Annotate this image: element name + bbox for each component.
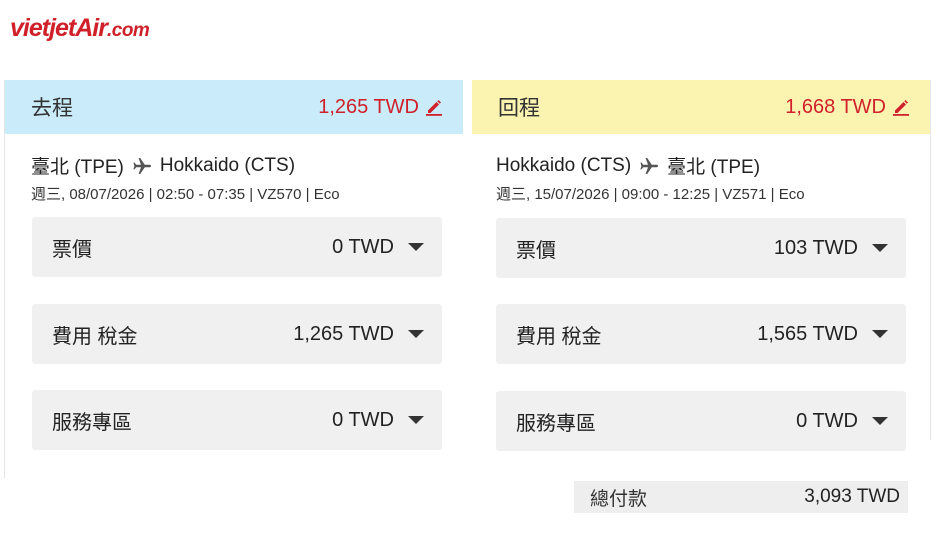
fee-amount: 0 TWD — [796, 409, 858, 432]
outbound-flight-details: 週三, 08/07/2026 | 02:50 - 07:35 | VZ570 |… — [31, 186, 340, 203]
caret-down-icon[interactable] — [408, 243, 424, 251]
total-payment: 總付款 3,093 TWD — [574, 481, 908, 513]
pencil-icon[interactable] — [425, 98, 443, 116]
return-origin: Hokkaido (CTS) — [496, 154, 632, 176]
outbound-panel: 去程 1,265 TWD 臺北 (TPE) Hokkaido (CTS) 週三,… — [4, 80, 463, 478]
return-services-row[interactable]: 服務專區 0 TWD — [496, 391, 906, 451]
fee-amount: 0 TWD — [332, 408, 394, 431]
return-header: 回程 1,668 TWD — [472, 80, 930, 134]
outbound-label: 去程 — [31, 97, 73, 120]
outbound-taxes-row[interactable]: 費用 稅金 1,265 TWD — [32, 304, 442, 364]
fee-label: 票價 — [52, 238, 92, 261]
fee-amount: 103 TWD — [773, 236, 858, 259]
fee-label: 服務專區 — [52, 411, 132, 434]
fee-amount: 0 TWD — [332, 235, 394, 258]
vietjet-logo[interactable]: vietjetAir.com — [10, 14, 150, 43]
fee-label: 票價 — [516, 239, 556, 262]
return-panel: 回程 1,668 TWD Hokkaido (CTS) 臺北 (TPE) 週三,… — [472, 80, 931, 451]
logo-main-text: vietjetAir — [10, 14, 108, 42]
outbound-origin: 臺北 (TPE) — [31, 157, 124, 178]
return-route: Hokkaido (CTS) 臺北 (TPE) 週三, 15/07/2026 |… — [472, 134, 930, 204]
return-label: 回程 — [498, 97, 540, 120]
return-price-edit[interactable]: 1,668 TWD — [785, 96, 910, 119]
pencil-icon[interactable] — [892, 98, 910, 116]
return-taxes-row[interactable]: 費用 稅金 1,565 TWD — [496, 304, 906, 364]
return-price: 1,668 TWD — [785, 95, 886, 118]
logo-suffix-text: .com — [106, 20, 150, 41]
fee-label: 費用 稅金 — [52, 325, 138, 348]
fee-label: 費用 稅金 — [516, 325, 602, 348]
outbound-fare-row[interactable]: 票價 0 TWD — [32, 217, 442, 277]
return-flight-details: 週三, 15/07/2026 | 09:00 - 12:25 | VZ571 |… — [496, 186, 805, 203]
fee-amount: 1,565 TWD — [757, 322, 858, 345]
outbound-header: 去程 1,265 TWD — [5, 80, 463, 134]
outbound-price: 1,265 TWD — [318, 95, 419, 118]
airplane-icon — [133, 157, 151, 174]
caret-down-icon[interactable] — [408, 330, 424, 338]
outbound-price-edit[interactable]: 1,265 TWD — [318, 96, 443, 119]
outbound-destination: Hokkaido (CTS) — [159, 154, 296, 176]
caret-down-icon[interactable] — [872, 244, 888, 252]
outbound-services-row[interactable]: 服務專區 0 TWD — [32, 390, 442, 450]
total-label: 總付款 — [590, 488, 648, 510]
total-amount: 3,093 TWD — [804, 486, 900, 507]
fee-label: 服務專區 — [516, 412, 596, 435]
return-fare-row[interactable]: 票價 103 TWD — [496, 218, 906, 278]
return-destination: 臺北 (TPE) — [667, 157, 761, 178]
caret-down-icon[interactable] — [872, 330, 888, 338]
caret-down-icon[interactable] — [408, 416, 424, 424]
fee-amount: 1,265 TWD — [293, 322, 394, 345]
outbound-route: 臺北 (TPE) Hokkaido (CTS) 週三, 08/07/2026 |… — [5, 134, 463, 204]
caret-down-icon[interactable] — [872, 417, 888, 425]
airplane-icon — [640, 157, 659, 174]
